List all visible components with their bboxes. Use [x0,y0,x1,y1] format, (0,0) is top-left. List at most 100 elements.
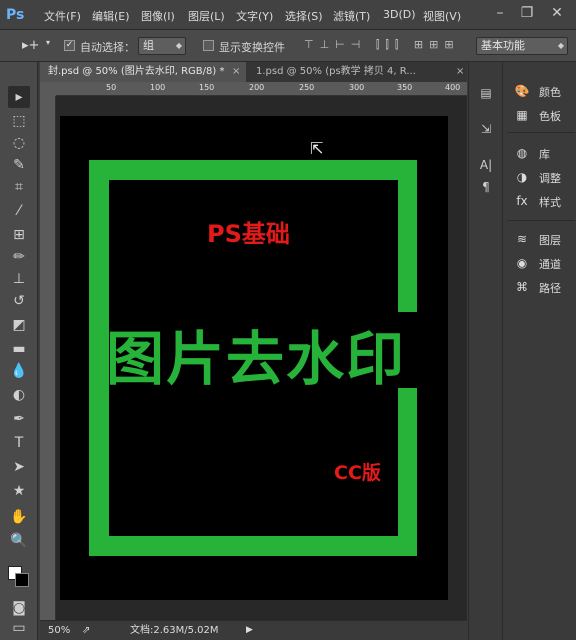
paths-icon: ⌘ [516,280,528,294]
screen-mode-icon[interactable]: ▭ [8,617,30,639]
minimize-button[interactable]: – [487,3,513,25]
workspace-dropdown[interactable]: 基本功能 ◆ [476,37,568,55]
dodge-tool-icon[interactable]: ◐ [8,384,30,406]
swatches-icon: ▦ [516,108,528,122]
move-tool-preset-icon[interactable]: ▸+ [22,38,39,53]
brush-tool-icon[interactable]: ✏ [8,246,30,268]
status-bar: 50% ⇗ 文档:2.63M/5.02M ▶ [40,620,467,640]
chevron-updown-icon: ◆ [557,41,564,50]
status-menu-arrow-icon[interactable]: ▶ [246,621,253,640]
close-button[interactable]: ✕ [544,3,570,25]
panel-adjustments[interactable]: ◑ 调整 [507,166,575,188]
hand-tool-icon[interactable]: ✋ [8,506,30,528]
quick-select-tool-icon[interactable]: ✎ [8,154,30,176]
align-icons[interactable]: ⊤⊥⊢⊣ ⫿⫿⫿ ⊞⊞⊞ [304,38,460,52]
shape-tool-icon[interactable]: ★ [8,480,30,502]
document-tabs: 封.psd @ 50% (图片去水印, RGB/8) * × 1.psd @ 5… [40,62,467,82]
menu-layer[interactable]: 图层(L) [188,8,225,24]
panel-paths[interactable]: ⌘ 路径 [507,276,575,298]
panel-label: 通道 [539,258,561,271]
ruler-vertical [40,96,56,620]
collapsed-panel-strip: ▤ ⇲ A| ¶ [468,62,502,640]
adjustments-icon: ◑ [516,170,528,184]
ruler-corner [40,82,56,96]
ruler-tick-label: 350 [397,83,413,92]
eyedropper-tool-icon[interactable]: ⁄ [8,200,30,222]
frame-right-upper-bar [398,160,417,312]
history-brush-tool-icon[interactable]: ↺ [8,290,30,312]
frame-right-lower-bar [398,388,417,556]
chevron-down-icon[interactable]: ▾ [46,38,50,47]
show-transform-label: 显示变换控件 [219,41,285,54]
tools-panel: ▸ ⬚ ◌ ✎ ⌗ ⁄ ⊞ ✏ ⊥ ↺ ◩ ▬ 💧 ◐ ✒ T ➤ ★ ✋ 🔍 [0,62,38,640]
frame-bottom-bar [89,536,415,556]
restore-button[interactable]: ❐ [514,3,540,25]
zoom-level[interactable]: 50% [48,621,70,640]
healing-tool-icon[interactable]: ⊞ [8,224,30,246]
panel-libraries[interactable]: ◍ 库 [507,142,575,164]
panel-channels[interactable]: ◉ 通道 [507,252,575,274]
photoshop-logo: Ps [6,7,25,23]
tab-document-1[interactable]: 封.psd @ 50% (图片去水印, RGB/8) * [40,62,246,82]
tab-document-2[interactable]: 1.psd @ 50% (ps教学 拷贝 4, R... [248,62,458,82]
libraries-icon: ◍ [516,146,528,160]
styles-icon: fx [516,194,528,208]
panel-layers[interactable]: ≋ 图层 [507,228,575,250]
menu-select[interactable]: 选择(S) [285,8,323,24]
character-panel-icon[interactable]: A| [477,156,495,174]
background-color-swatch[interactable] [15,573,29,587]
menu-view[interactable]: 视图(V) [423,8,461,24]
history-panel-icon[interactable]: ▤ [477,84,495,102]
ruler-tick-label: 250 [299,83,315,92]
ruler-tick-label: 150 [199,83,215,92]
stamp-tool-icon[interactable]: ⊥ [8,268,30,290]
panel-color[interactable]: 🎨 颜色 [507,80,575,102]
color-icon: 🎨 [514,84,530,98]
ruler-tick-label: 100 [150,83,166,92]
panel-dock: 🎨 颜色 ▦ 色板 ◍ 库 ◑ 调整 fx 样式 ≋ 图层 ◉ 通道 ⌘ 路径 [502,62,576,640]
auto-select-checkbox[interactable]: ✓ [64,40,75,51]
auto-select-value: 组 [143,39,154,52]
ruler-horizontal: 50 100 150 200 250 300 350 400 [56,82,467,96]
path-select-tool-icon[interactable]: ➤ [8,456,30,478]
panel-label: 调整 [539,172,561,185]
menu-file[interactable]: 文件(F) [44,8,81,24]
show-transform-checkbox[interactable] [203,40,214,51]
pen-tool-icon[interactable]: ✒ [8,408,30,430]
menu-image[interactable]: 图像(I) [141,8,175,24]
ruler-tick-label: 400 [445,83,461,92]
marquee-tool-icon[interactable]: ⬚ [8,110,30,132]
gradient-tool-icon[interactable]: ▬ [8,338,30,360]
zoom-tool-icon[interactable]: 🔍 [8,530,30,552]
lasso-tool-icon[interactable]: ◌ [8,132,30,154]
tab-label: 1.psd @ 50% (ps教学 拷贝 4, R... [256,66,416,77]
panel-label: 颜色 [539,86,561,99]
ruler-tick-label: 200 [249,83,265,92]
type-tool-icon[interactable]: T [8,432,30,454]
move-tool-icon[interactable]: ▸ [8,86,30,108]
close-tab-icon[interactable]: × [232,62,240,82]
panel-divider [507,132,575,133]
tab-label: 封.psd @ 50% (图片去水印, RGB/8) * [48,66,225,77]
eraser-tool-icon[interactable]: ◩ [8,314,30,336]
menu-3d[interactable]: 3D(D) [383,8,416,21]
close-tab-icon[interactable]: × [456,62,464,82]
menu-type[interactable]: 文字(Y) [236,8,273,24]
crop-tool-icon[interactable]: ⌗ [8,176,30,198]
panel-swatches[interactable]: ▦ 色板 [507,104,575,126]
menu-edit[interactable]: 编辑(E) [92,8,130,24]
actions-panel-icon[interactable]: ⇲ [477,120,495,138]
auto-select-dropdown[interactable]: 组 ◆ [138,37,186,55]
panel-label: 库 [539,148,550,161]
menu-filter[interactable]: 滤镜(T) [333,8,370,24]
workspace-value: 基本功能 [481,39,525,52]
paragraph-panel-icon[interactable]: ¶ [477,178,495,196]
panel-label: 路径 [539,282,561,295]
panel-styles[interactable]: fx 样式 [507,190,575,212]
share-icon[interactable]: ⇗ [82,621,90,640]
mouse-cursor-icon: ⇱ [310,139,324,158]
quick-mask-icon[interactable]: ◙ [8,597,30,619]
menu-bar: Ps 文件(F) 编辑(E) 图像(I) 图层(L) 文字(Y) 选择(S) 滤… [0,0,576,30]
document-info: 文档:2.63M/5.02M [130,625,219,636]
blur-tool-icon[interactable]: 💧 [8,360,30,382]
